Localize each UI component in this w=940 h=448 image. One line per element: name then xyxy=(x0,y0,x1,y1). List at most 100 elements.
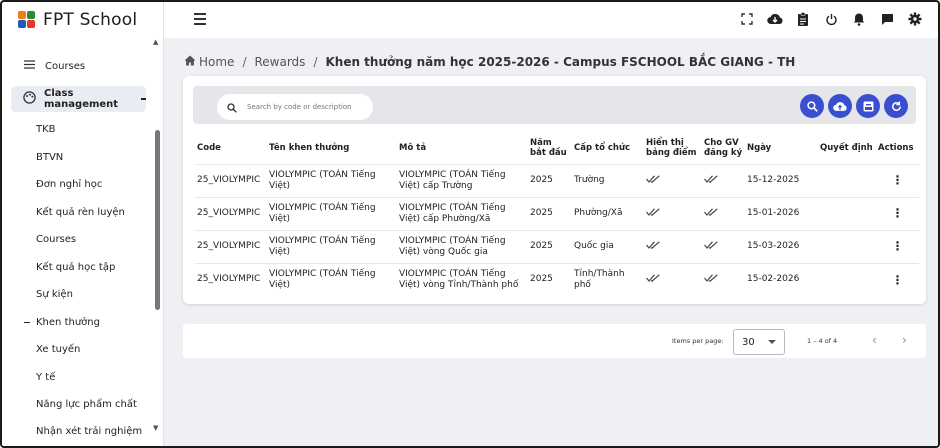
more-vert-icon[interactable]: ⋮ xyxy=(876,196,919,230)
items-per-page-label: Items per page: xyxy=(672,337,724,345)
sidebar-item-nang-luc-pham-chat[interactable]: Năng lực phẩm chất xyxy=(36,399,137,410)
sidebar-item-label: Class management xyxy=(44,88,119,110)
cell-start-year: 2025 xyxy=(528,196,572,230)
cell-code: 25_VIOLYMPIC xyxy=(195,262,267,296)
search-button[interactable] xyxy=(800,94,824,118)
check-icon xyxy=(702,229,745,263)
cell-decision xyxy=(818,196,876,230)
sidebar-item-label: Kết quả học tập xyxy=(36,262,116,273)
col-header-description[interactable]: Mô tả xyxy=(397,132,528,164)
sidebar-item-class-management[interactable]: Class management xyxy=(11,86,146,112)
col-header-start-year[interactable]: Năm bắt đầu xyxy=(528,132,572,164)
home-icon[interactable] xyxy=(184,55,196,69)
sidebar-item-label: Y tế xyxy=(36,372,56,383)
clipboard-icon[interactable] xyxy=(794,10,812,28)
sidebar-scrollbar[interactable] xyxy=(155,130,160,310)
app-title: FPT School xyxy=(43,10,138,30)
check-icon xyxy=(644,262,702,296)
sidebar-item-label: Khen thưởng xyxy=(36,317,100,328)
more-vert-icon[interactable]: ⋮ xyxy=(876,262,919,296)
sidebar-item-su-kien[interactable]: Sự kiện xyxy=(36,289,73,300)
breadcrumb-current: Khen thưởng năm học 2025-2026 - Campus F… xyxy=(325,55,796,69)
app-window: FPT School ▲ Courses Class management TK… xyxy=(0,0,940,448)
palette-icon xyxy=(23,91,36,107)
sidebar-item-xe-tuyen[interactable]: Xe tuyến xyxy=(36,344,80,355)
sidebar-item-ket-qua-hoc-tap[interactable]: Kết quả học tập xyxy=(36,262,115,273)
sidebar-item-ket-qua-ren-luyen[interactable]: Kết quả rèn luyện xyxy=(36,207,125,218)
sidebar-item-btvn[interactable]: BTVN xyxy=(36,152,63,163)
cell-level: Phường/Xã xyxy=(572,196,644,230)
table-row[interactable]: 25_VIOLYMPIC VIOLYMPIC (TOÁN Tiếng Việt)… xyxy=(195,163,919,197)
col-header-decision[interactable]: Quyết định xyxy=(818,132,876,164)
message-icon[interactable] xyxy=(878,10,896,28)
fullscreen-icon[interactable] xyxy=(738,10,756,28)
pagination: Items per page: 30 1 – 4 of 4 ‹ › xyxy=(183,324,926,358)
menu-toggle-icon[interactable] xyxy=(194,12,206,26)
page-range: 1 – 4 of 4 xyxy=(807,337,838,345)
sidebar-item-label: Courses xyxy=(36,234,77,245)
cell-decision xyxy=(818,262,876,296)
cell-level: Tỉnh/Thành phố xyxy=(572,262,644,296)
sidebar-item-y-te[interactable]: Y tế xyxy=(36,372,55,383)
archive-button[interactable] xyxy=(856,94,880,118)
breadcrumb-home[interactable]: Home xyxy=(199,55,234,69)
sidebar-item-courses-sub[interactable]: Courses xyxy=(36,234,76,245)
check-icon xyxy=(702,196,745,230)
more-vert-icon[interactable]: ⋮ xyxy=(876,229,919,263)
check-icon xyxy=(702,262,745,296)
chevron-right-icon[interactable]: › xyxy=(902,333,907,347)
sidebar-item-label: Xe tuyến xyxy=(36,344,81,355)
col-header-show-grade[interactable]: Hiển thị bảng điểm xyxy=(644,132,702,164)
sidebar-item-courses[interactable]: Courses xyxy=(24,60,85,72)
search-icon xyxy=(806,97,818,116)
sidebar-item-khen-thuong[interactable]: Khen thưởng xyxy=(24,317,100,328)
bell-icon[interactable] xyxy=(850,10,868,28)
search-icon xyxy=(227,98,237,117)
items-per-page-value: 30 xyxy=(742,336,755,348)
table-row[interactable]: 25_VIOLYMPIC VIOLYMPIC (TOÁN Tiếng Việt)… xyxy=(195,196,919,230)
col-header-date[interactable]: Ngày xyxy=(745,132,818,164)
upload-button[interactable] xyxy=(828,94,852,118)
col-header-code[interactable]: Code xyxy=(195,132,267,164)
rewards-table-card: Code Tên khen thưởng Mô tả Năm bắt đầu C… xyxy=(183,76,926,304)
sidebar-item-tkb[interactable]: TKB xyxy=(36,124,56,135)
chevron-left-icon[interactable]: ‹ xyxy=(872,333,877,347)
cell-code: 25_VIOLYMPIC xyxy=(195,163,267,197)
scroll-up-icon[interactable]: ▲ xyxy=(153,38,158,46)
check-icon xyxy=(644,163,702,197)
breadcrumb-rewards[interactable]: Rewards xyxy=(254,55,305,69)
cell-start-year: 2025 xyxy=(528,229,572,263)
breadcrumb-separator: / xyxy=(313,55,318,69)
refresh-icon xyxy=(891,97,902,116)
cloud-upload-icon xyxy=(833,97,847,116)
table-row[interactable]: 25_VIOLYMPIC VIOLYMPIC (TOÁN Tiếng Việt)… xyxy=(195,262,919,296)
check-icon xyxy=(644,196,702,230)
cell-code: 25_VIOLYMPIC xyxy=(195,196,267,230)
col-header-name[interactable]: Tên khen thưởng xyxy=(267,132,397,164)
table-row[interactable]: 25_VIOLYMPIC VIOLYMPIC (TOÁN Tiếng Việt)… xyxy=(195,229,919,263)
more-vert-icon[interactable]: ⋮ xyxy=(876,163,919,197)
cell-date: 15-03-2026 xyxy=(745,229,818,263)
col-header-gv-register[interactable]: Cho GV đăng ký xyxy=(702,132,745,164)
search-input[interactable] xyxy=(247,103,365,111)
sidebar-item-label: Năng lực phẩm chất xyxy=(36,399,137,410)
sidebar-item-don-nghi-hoc[interactable]: Đơn nghỉ học xyxy=(36,179,102,190)
cell-description: VIOLYMPIC (TOÁN Tiếng Việt) cấp Trường xyxy=(397,163,528,197)
cell-description: VIOLYMPIC (TOÁN Tiếng Việt) vòng Quốc gi… xyxy=(397,229,528,263)
gear-icon[interactable] xyxy=(906,10,924,28)
search-box[interactable] xyxy=(217,94,373,120)
table-header-row: Code Tên khen thưởng Mô tả Năm bắt đầu C… xyxy=(195,132,919,164)
col-header-level[interactable]: Cấp tổ chức xyxy=(572,132,644,164)
cell-start-year: 2025 xyxy=(528,163,572,197)
cell-decision xyxy=(818,229,876,263)
fpt-logo-icon xyxy=(18,11,36,29)
refresh-button[interactable] xyxy=(884,94,908,118)
archive-icon xyxy=(863,97,874,116)
items-per-page-select[interactable]: 30 xyxy=(733,329,785,355)
chevron-down-icon xyxy=(768,340,776,344)
power-icon[interactable] xyxy=(822,10,840,28)
sidebar-item-nhan-xet-trai-nghiem[interactable]: Nhận xét trải nghiệm xyxy=(36,426,142,437)
scroll-down-icon[interactable]: ▼ xyxy=(153,424,158,432)
sidebar-item-label: Đơn nghỉ học xyxy=(36,179,103,190)
cloud-download-icon[interactable] xyxy=(766,10,784,28)
